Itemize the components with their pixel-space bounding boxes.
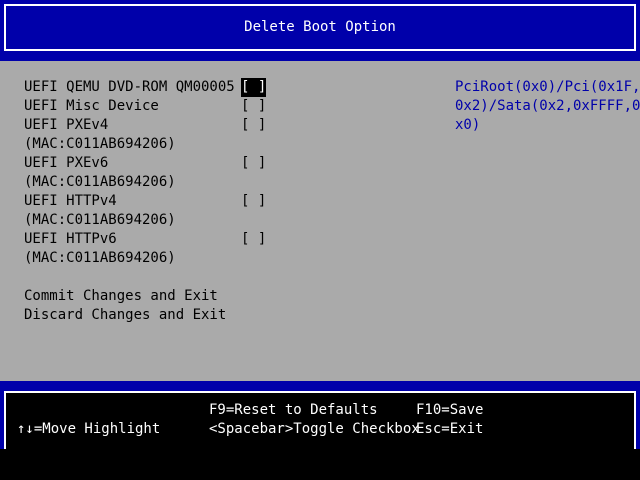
- boot-option-list-area: UEFI QEMU DVD-ROM QM00005 [ ] UEFI Misc …: [0, 61, 640, 381]
- commit-changes-button[interactable]: Commit Changes and Exit: [24, 287, 218, 306]
- boot-option-checkbox-pxev4[interactable]: [ ]: [241, 116, 266, 135]
- boot-option-label-misc-device[interactable]: UEFI Misc Device: [24, 97, 159, 116]
- help-text-line-2: 0x2)/Sata(0x2,0xFFFF,0: [455, 98, 640, 114]
- bottom-strip: [0, 449, 640, 480]
- move-highlight-hint: ↑↓=Move Highlight: [17, 421, 161, 437]
- boot-option-checkbox-httpv6[interactable]: [ ]: [241, 230, 266, 249]
- boot-option-label-pxev6[interactable]: UEFI PXEv6: [24, 154, 108, 173]
- boot-option-mac-pxev6: (MAC:C011AB694206): [24, 174, 176, 190]
- help-text-line-1: PciRoot(0x0)/Pci(0x1F,: [455, 79, 640, 95]
- boot-option-mac-httpv4: (MAC:C011AB694206): [24, 212, 176, 228]
- boot-option-label-httpv6[interactable]: UEFI HTTPv6: [24, 230, 117, 249]
- boot-option-checkbox-dvd-rom[interactable]: [ ]: [241, 78, 267, 97]
- title-frame: Delete Boot Option: [4, 4, 636, 51]
- boot-option-label-dvd-rom[interactable]: UEFI QEMU DVD-ROM QM00005: [24, 78, 235, 97]
- boot-option-checkbox-pxev6[interactable]: [ ]: [241, 154, 266, 173]
- boot-option-label-httpv4[interactable]: UEFI HTTPv4: [24, 192, 117, 211]
- toggle-checkbox-hint: <Spacebar>Toggle Checkbox: [209, 421, 420, 437]
- boot-option-checkbox-misc-device[interactable]: [ ]: [241, 97, 266, 116]
- boot-option-mac-httpv6: (MAC:C011AB694206): [24, 250, 176, 266]
- page-title: Delete Boot Option: [244, 19, 396, 35]
- boot-option-mac-pxev4: (MAC:C011AB694206): [24, 136, 176, 152]
- boot-option-checkbox-httpv4[interactable]: [ ]: [241, 192, 266, 211]
- exit-hint: Esc=Exit: [416, 421, 484, 437]
- boot-option-label-pxev4[interactable]: UEFI PXEv4: [24, 116, 108, 135]
- save-hint: F10=Save: [416, 402, 484, 418]
- title-bar: Delete Boot Option: [0, 0, 640, 61]
- key-help-footer: F9=Reset to Defaults F10=Save ↑↓=Move Hi…: [4, 391, 636, 451]
- reset-defaults-hint: F9=Reset to Defaults: [209, 402, 378, 418]
- help-text-line-3: x0): [455, 117, 481, 133]
- bios-screen: Delete Boot Option UEFI QEMU DVD-ROM QM0…: [0, 0, 640, 480]
- discard-changes-button[interactable]: Discard Changes and Exit: [24, 306, 226, 325]
